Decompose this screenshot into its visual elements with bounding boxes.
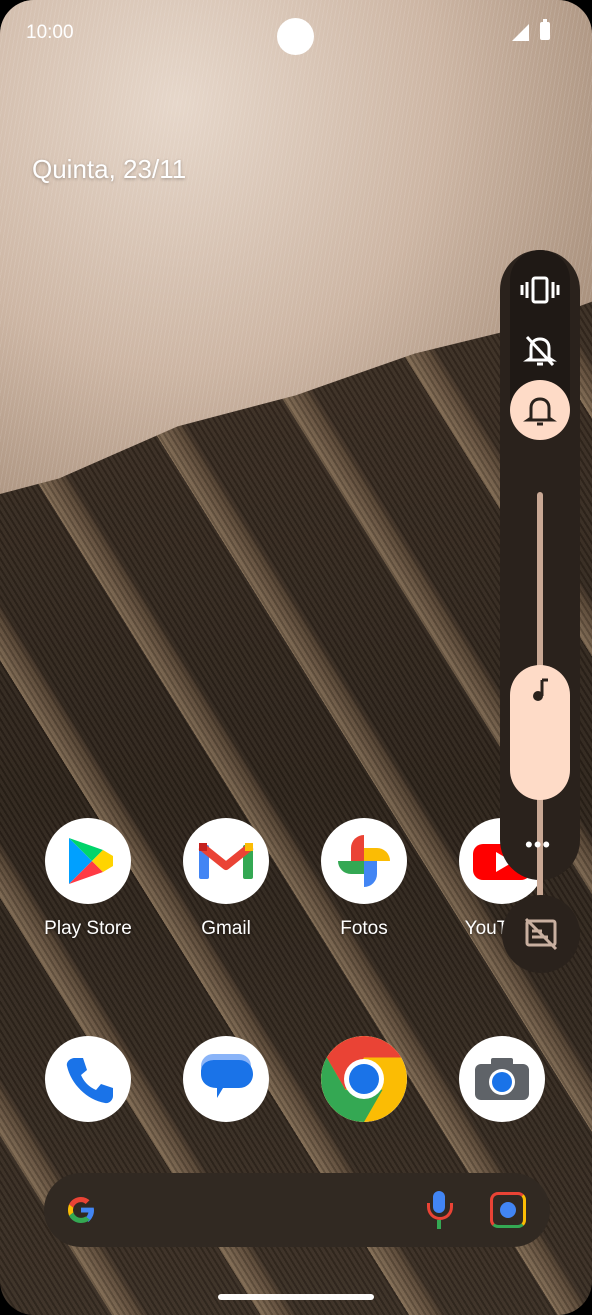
app-play-store[interactable]: Play Store: [44, 818, 132, 940]
vibrate-icon: [520, 276, 560, 304]
gesture-nav-handle[interactable]: [218, 1294, 374, 1300]
mute-icon: [523, 335, 557, 367]
lens-icon[interactable]: [490, 1192, 526, 1228]
ring-button[interactable]: [510, 380, 570, 440]
app-messages[interactable]: [182, 1036, 270, 1122]
date-widget[interactable]: Quinta, 23/11: [32, 154, 186, 185]
google-g-icon: [68, 1197, 94, 1223]
status-bar: 10:00: [0, 0, 592, 64]
app-phone[interactable]: [44, 1036, 132, 1122]
volume-panel: •••: [500, 250, 580, 912]
captions-off-icon: [524, 917, 558, 951]
camera-icon: [459, 1036, 545, 1122]
music-note-icon: [533, 678, 548, 701]
microphone-icon[interactable]: [426, 1191, 453, 1231]
app-label: Play Store: [44, 918, 132, 939]
volume-slider-level[interactable]: [510, 665, 570, 800]
phone-icon: [45, 1036, 131, 1122]
app-label: Fotos: [340, 918, 388, 939]
google-search-bar[interactable]: [44, 1173, 550, 1247]
status-time: 10:00: [26, 22, 74, 43]
home-screen: 10:00 Quinta, 23/11 Play Store Gmail Fot…: [0, 0, 592, 1315]
vibrate-button[interactable]: [510, 260, 570, 320]
app-photos[interactable]: Fotos: [320, 818, 408, 940]
mute-button[interactable]: [510, 320, 570, 380]
photos-icon: [321, 818, 407, 904]
camera-cutout: [277, 18, 314, 55]
gmail-icon: [183, 818, 269, 904]
ring-icon: [523, 397, 557, 426]
play-store-icon: [45, 818, 131, 904]
battery-icon: [540, 19, 550, 40]
app-camera[interactable]: [458, 1036, 546, 1122]
chrome-icon: [321, 1036, 407, 1122]
messages-icon: [183, 1036, 269, 1122]
signal-icon: [512, 24, 529, 41]
app-label: Gmail: [201, 918, 251, 939]
app-chrome[interactable]: [320, 1036, 408, 1122]
app-gmail[interactable]: Gmail: [182, 818, 270, 940]
more-options-button[interactable]: •••: [525, 832, 551, 858]
live-caption-button[interactable]: [502, 895, 580, 973]
